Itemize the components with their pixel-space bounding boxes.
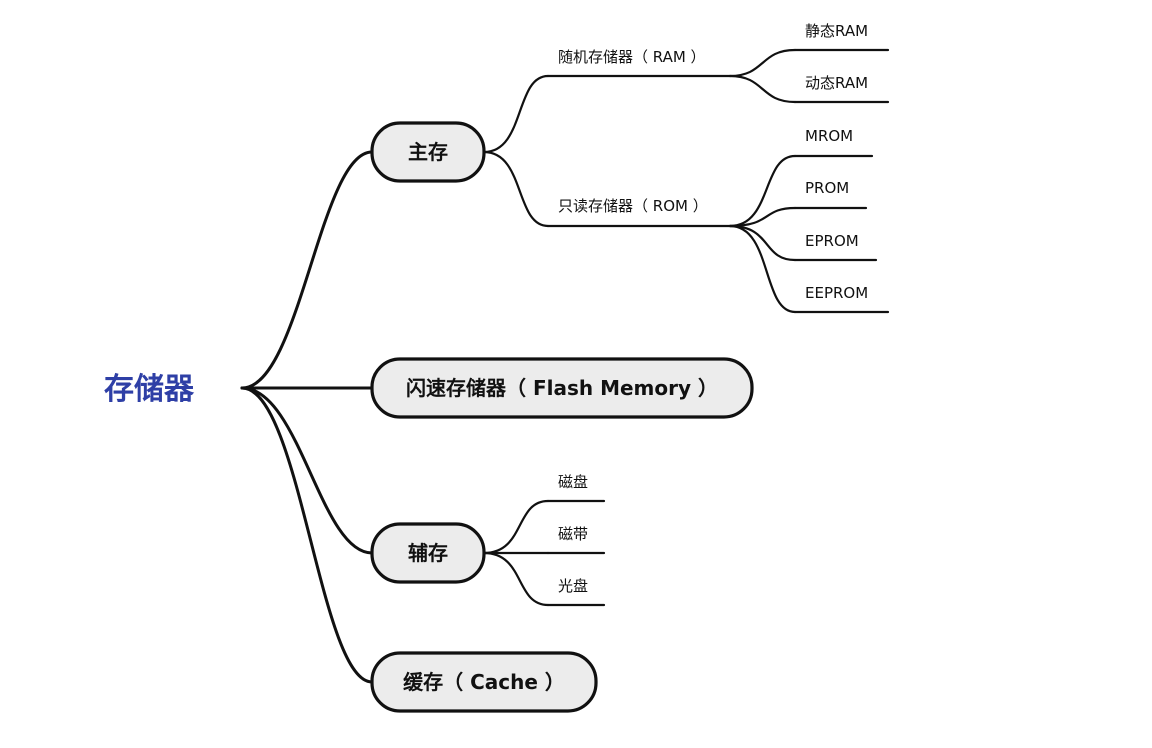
branch-secondary-storage: 辅存 磁盘 磁带 光盘 (370, 473, 606, 607)
edge-root-cache (240, 386, 374, 684)
ram-label: 随机存储器（ RAM ） (558, 48, 706, 66)
edge-main-rom (482, 150, 550, 228)
optical-disc-label: 光盘 (558, 577, 588, 595)
branch-main-memory: 主存 随机存储器（ RAM ） 只读存储器（ ROM ） 静态RAM 动态RAM… (370, 22, 890, 314)
branch-cache: 缓存（ Cache ） (370, 651, 598, 713)
rom-label: 只读存储器（ ROM ） (558, 197, 708, 215)
eeprom-label: EEPROM (805, 284, 868, 302)
edge-main-ram (482, 74, 550, 154)
cache-label: 缓存（ Cache ） (403, 670, 565, 694)
main-memory-label: 主存 (408, 140, 448, 164)
root-title: 存储器 (104, 372, 195, 407)
prom-label: PROM (805, 179, 849, 197)
tape-label: 磁带 (558, 525, 588, 543)
edge-secondary-disk (482, 499, 550, 555)
edge-rom-mrom (728, 154, 797, 228)
branch-flash-memory: 闪速存储器（ Flash Memory ） (370, 357, 754, 419)
root-edges (240, 150, 374, 684)
eprom-label: EPROM (805, 232, 859, 250)
mindmap-canvas: 存储器 主存 随机存储器（ RAM ） 只读存储器（ ROM ） 静态RAM 动… (104, 22, 890, 713)
dynamic-ram-label: 动态RAM (805, 74, 868, 92)
mrom-label: MROM (805, 127, 853, 145)
disk-label: 磁盘 (558, 473, 588, 491)
edge-ram-dynamic (728, 74, 797, 104)
edge-rom-eprom (728, 224, 797, 262)
edge-secondary-optical (482, 551, 550, 607)
static-ram-label: 静态RAM (805, 22, 868, 40)
edge-ram-static (728, 48, 797, 78)
edge-root-main-memory (240, 150, 374, 390)
secondary-storage-label: 辅存 (408, 541, 448, 565)
edge-rom-prom (728, 206, 797, 228)
flash-memory-label: 闪速存储器（ Flash Memory ） (406, 376, 718, 400)
